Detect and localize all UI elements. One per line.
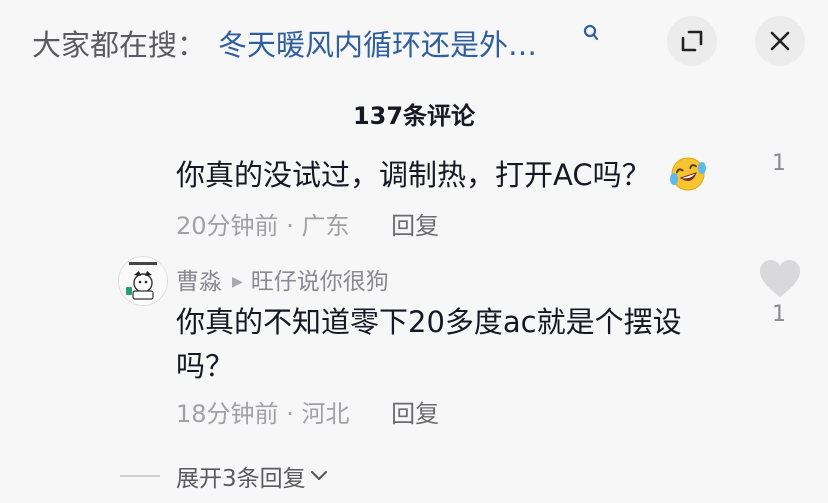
expand-button[interactable]	[667, 16, 717, 66]
laughing-crying-emoji	[669, 157, 706, 191]
reply-to-name[interactable]: 旺仔说你很狗	[251, 269, 389, 295]
reply-author-line: 曹淼 ▶ 旺仔说你很狗	[176, 262, 389, 296]
chevron-down-icon	[310, 470, 327, 481]
reply-location: · 广东	[286, 212, 350, 240]
reply-time: 18分钟前	[176, 400, 279, 428]
reply-text: 你真的没试过，调制热，打开AC吗？	[176, 152, 708, 194]
reply-arrow-icon: ▶	[232, 274, 243, 290]
expand-replies-label: 展开3条回复	[176, 466, 306, 492]
divider-line	[120, 475, 160, 477]
search-icon[interactable]	[583, 24, 599, 42]
reply-location: · 河北	[286, 400, 350, 428]
reply-meta: 20分钟前 · 广东 回复	[176, 206, 439, 241]
author-name[interactable]: 曹淼	[176, 269, 222, 295]
search-suggestion-link[interactable]: 冬天暖风内循环还是外…	[218, 22, 537, 64]
like-count: 1	[772, 151, 786, 176]
close-icon	[770, 31, 790, 51]
reply-time: 20分钟前	[176, 212, 279, 240]
reply-text-content: 你真的没试过，调制热，打开AC吗？	[176, 158, 651, 192]
comment-count-title: 137条评论	[352, 102, 476, 130]
expand-replies-button[interactable]: 展开3条回复	[120, 458, 328, 494]
search-suggest-label: 大家都在搜：	[32, 28, 207, 62]
reply-meta: 18分钟前 · 河北 回复	[176, 394, 439, 429]
avatar[interactable]	[118, 256, 168, 306]
heart-icon[interactable]	[758, 258, 802, 300]
like-count: 1	[772, 302, 786, 327]
expand-icon	[681, 30, 703, 52]
top-bar: 大家都在搜： 冬天暖风内循环还是外…	[0, 0, 828, 80]
reply-text: 你真的不知道零下20多度ac就是个摆设吗？	[176, 305, 682, 383]
reply-button[interactable]: 回复	[391, 212, 439, 240]
avatar-cartoon-icon	[119, 257, 167, 305]
close-button[interactable]	[755, 16, 805, 66]
reply-button[interactable]: 回复	[391, 400, 439, 428]
